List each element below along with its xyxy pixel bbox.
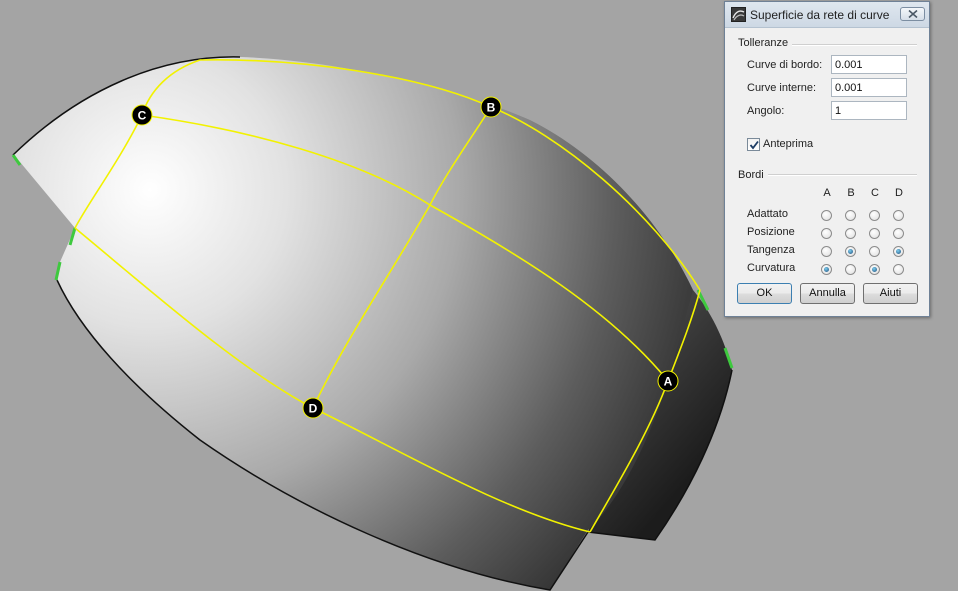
interior-curves-label: Curve interne: [747,82,817,94]
checkmark-icon [749,140,759,150]
edge-col-d: D [895,187,903,199]
row-label-posizione: Posizione [747,226,795,238]
radio-posizione-a[interactable] [821,228,832,239]
ok-button[interactable]: OK [737,283,792,304]
radio-curvatura-c[interactable] [869,264,880,275]
preview-checkbox[interactable] [747,138,760,151]
radio-curvatura-b[interactable] [845,264,856,275]
marker-c-label: C [138,109,147,123]
edges-divider [765,174,917,176]
edge-col-a: A [823,187,831,199]
radio-posizione-b[interactable] [845,228,856,239]
marker-a-label: A [664,375,673,389]
tolerances-group-label: Tolleranze [738,37,793,49]
radio-tangenza-c[interactable] [869,246,880,257]
interior-curves-input[interactable] [831,78,907,97]
close-button[interactable] [900,7,925,21]
angle-label: Angolo: [747,105,785,117]
radio-tangenza-b[interactable] [845,246,856,257]
marker-a[interactable]: A [657,370,679,392]
radio-adattato-a[interactable] [821,210,832,221]
edge-col-b: B [847,187,855,199]
row-label-adattato: Adattato [747,208,788,220]
marker-d[interactable]: D [302,397,324,419]
preview-label[interactable]: Anteprima [763,138,813,150]
radio-posizione-d[interactable] [893,228,904,239]
radio-posizione-c[interactable] [869,228,880,239]
radio-curvatura-a[interactable] [821,264,832,275]
marker-b[interactable]: B [480,96,502,118]
edges-group-label: Bordi [738,169,768,181]
radio-adattato-d[interactable] [893,210,904,221]
radio-tangenza-d[interactable] [893,246,904,257]
angle-input[interactable] [831,101,907,120]
radio-adattato-b[interactable] [845,210,856,221]
radio-curvatura-d[interactable] [893,264,904,275]
dialog-title: Superficie da rete di curve [750,8,890,22]
network-surface-dialog: Superficie da rete di curve Tolleranze C… [724,1,930,317]
marker-c[interactable]: C [131,104,153,126]
close-icon [908,10,918,18]
radio-adattato-c[interactable] [869,210,880,221]
cancel-button[interactable]: Annulla [800,283,855,304]
edge-curves-label: Curve di bordo: [747,59,823,71]
marker-b-label: B [487,101,496,115]
help-button[interactable]: Aiuti [863,283,918,304]
marker-d-label: D [309,402,318,416]
tolerances-divider [785,44,917,46]
surface-tool-icon [731,7,746,22]
edge-col-c: C [871,187,879,199]
row-label-tangenza: Tangenza [747,244,795,256]
edge-curves-input[interactable] [831,55,907,74]
radio-tangenza-a[interactable] [821,246,832,257]
dialog-titlebar[interactable]: Superficie da rete di curve [725,2,929,28]
main-surface[interactable] [13,56,693,591]
row-label-curvatura: Curvatura [747,262,796,274]
dialog-content: Tolleranze Curve di bordo: Curve interne… [725,28,929,316]
